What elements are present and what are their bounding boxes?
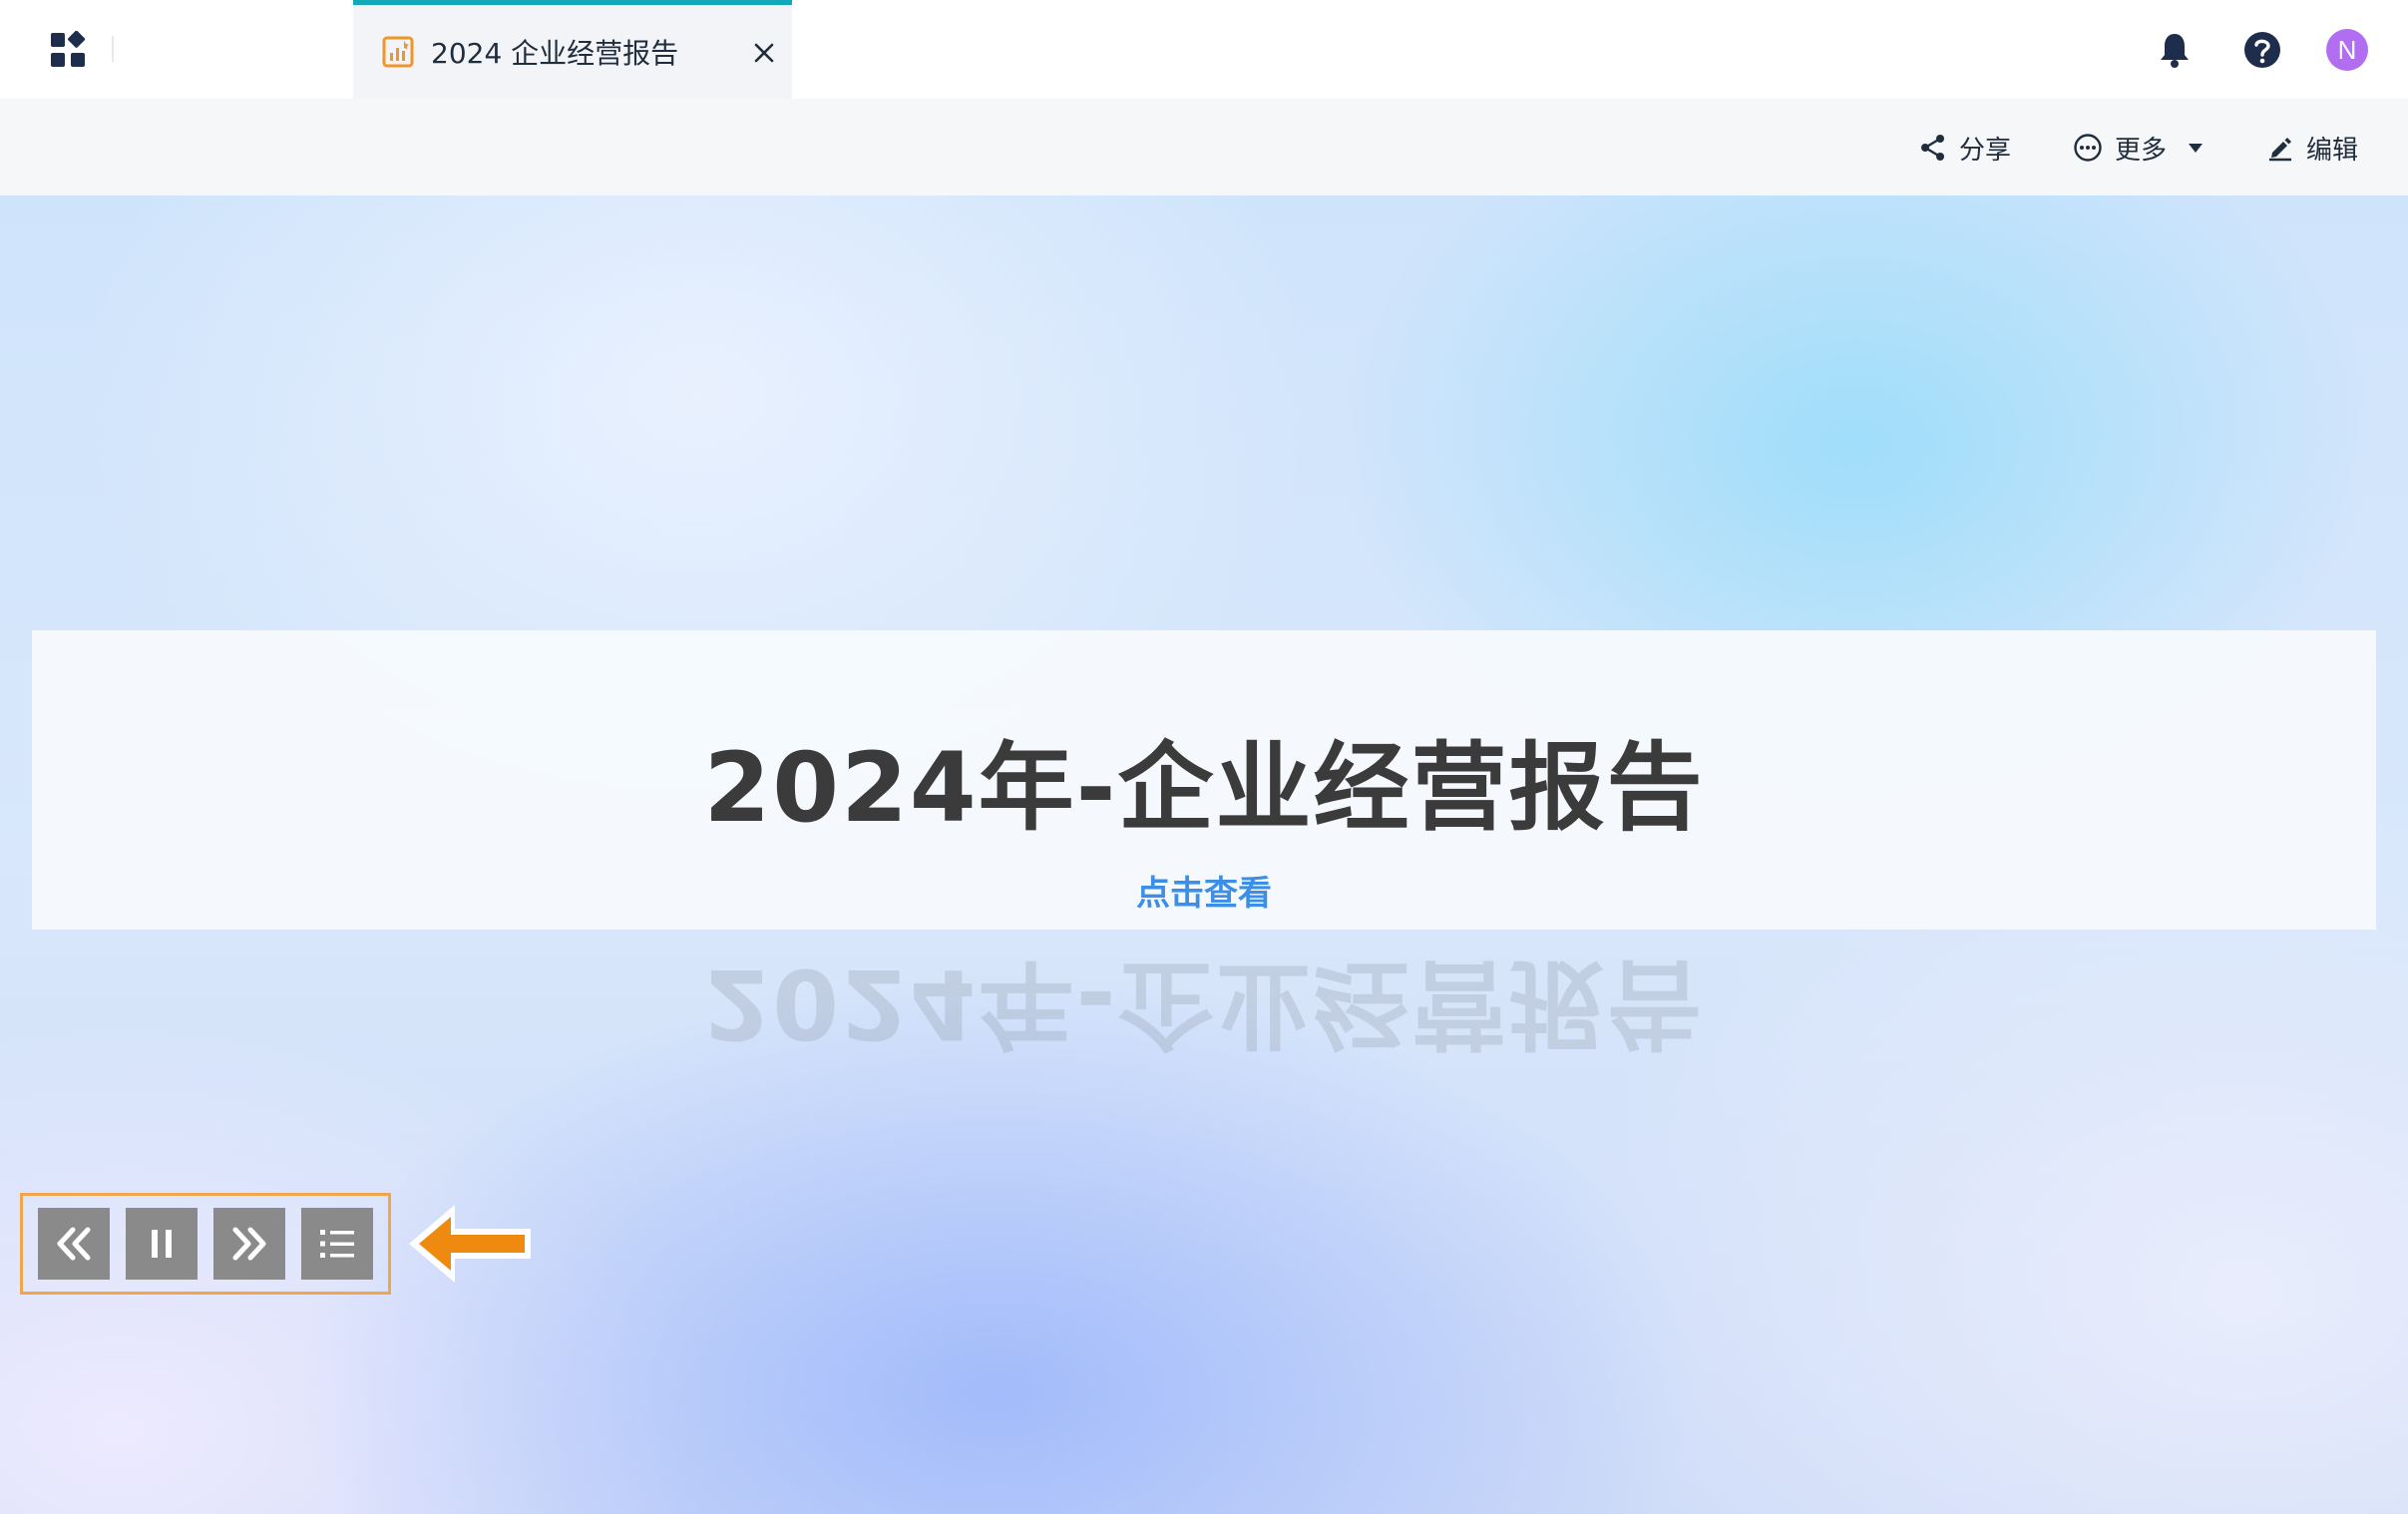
title-reflection: 2024年-企业经营报告 [703, 947, 1705, 1059]
pause-button[interactable] [126, 1208, 198, 1280]
playback-controls [20, 1193, 391, 1295]
edit-pen-icon [2268, 138, 2291, 162]
top-bar: 2024 企业经营报告 N [0, 0, 2408, 99]
next-slide-button[interactable] [213, 1208, 285, 1280]
question-circle-icon[interactable] [2238, 26, 2286, 74]
report-chart-icon [381, 35, 415, 69]
cover-card: 2024年-企业经营报告 点击查看 [32, 630, 2376, 930]
view-report-link[interactable]: 点击查看 [32, 866, 2376, 915]
share-button[interactable]: 分享 [1919, 130, 2011, 167]
edit-label: 编辑 [2305, 135, 2358, 166]
report-title: 2024年-企业经营报告 [703, 732, 1705, 844]
bell-icon[interactable] [2151, 26, 2199, 74]
apps-grid-icon[interactable] [46, 28, 90, 72]
share-label: 分享 [1958, 135, 2011, 166]
report-toolbar: 分享 更多 编辑 [0, 99, 2408, 195]
catalog-button[interactable] [301, 1208, 373, 1280]
tab-title: 2024 企业经营报告 [431, 37, 679, 70]
tab-report[interactable]: 2024 企业经营报告 [353, 0, 792, 99]
pause-icon [152, 1230, 172, 1258]
more-label: 更多 [2114, 135, 2167, 166]
header-divider [112, 36, 114, 62]
double-chevron-right-icon [232, 1227, 266, 1261]
list-icon [320, 1230, 354, 1258]
close-icon[interactable] [746, 35, 782, 71]
previous-slide-button[interactable] [38, 1208, 110, 1280]
toolbar-actions: 分享 更多 编辑 [1919, 127, 2358, 169]
arrow-left-icon [409, 1205, 531, 1283]
share-icon [1920, 135, 1944, 161]
header-actions: N [2151, 24, 2368, 76]
double-chevron-left-icon [57, 1227, 91, 1261]
presentation-canvas: 2024年-企业经营报告 点击查看 2024年-企业经营报告 [0, 195, 2408, 1514]
avatar[interactable]: N [2326, 29, 2368, 71]
caret-down-icon [2188, 144, 2203, 153]
more-button[interactable]: 更多 [2073, 130, 2205, 167]
more-circle-icon [2074, 134, 2102, 162]
edit-button[interactable]: 编辑 [2266, 130, 2358, 167]
